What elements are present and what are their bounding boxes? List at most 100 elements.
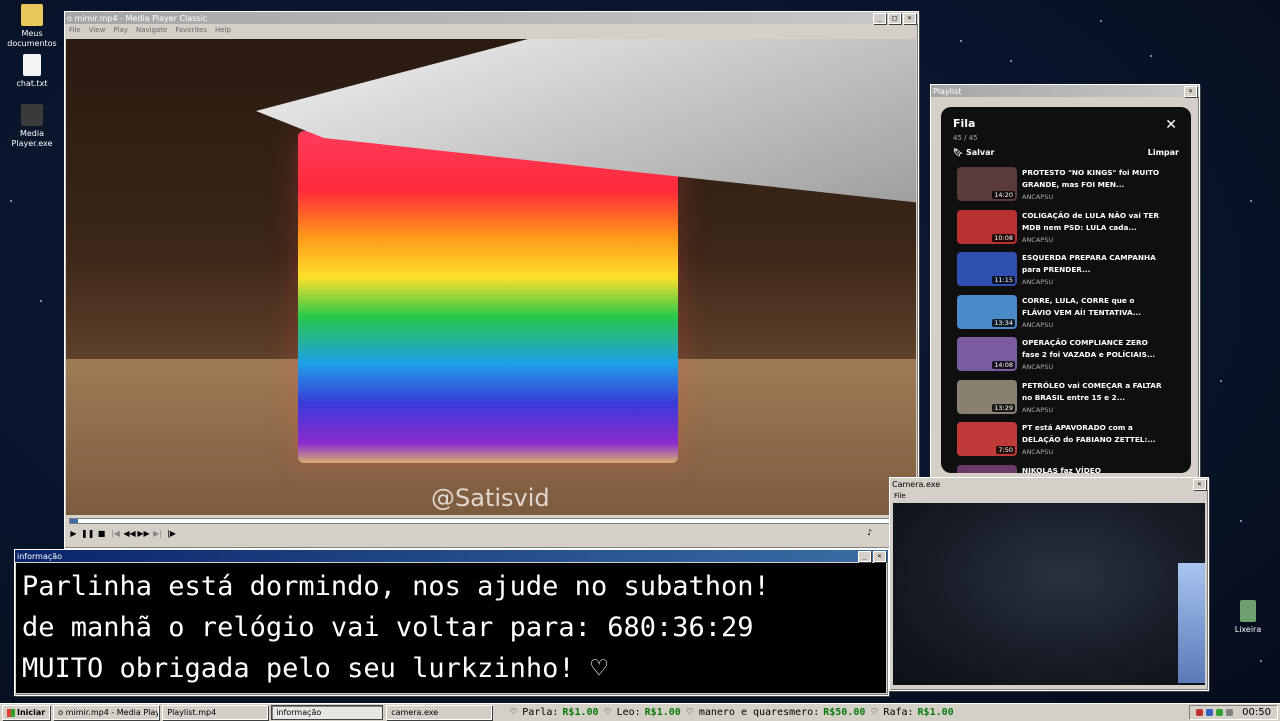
queue-item[interactable]: 13:29 PETRÓLEO vai COMEÇAR a FALTAR no BR… [941,379,1191,423]
pause-icon[interactable]: ❚❚ [81,528,94,540]
star [1220,380,1222,382]
tray-icon [1206,709,1214,716]
menu-file[interactable]: File [894,492,906,500]
queue-item[interactable]: 10:08 COLIGAÇÃO de LULA NÃO vai TER MDB n… [941,209,1191,253]
queue-panel: Fila 45 / 45 ✕ 🔖︎ Salvar Limpar 14:20 PRO… [941,107,1191,473]
recycle-bin-icon [1240,600,1256,622]
donation-amount: R$1.00 [644,707,681,718]
channel-name: ANCAPSU [1022,363,1054,371]
desktop-icon-label: Media Player.exe [11,129,53,148]
channel-name: ANCAPSU [1022,278,1054,286]
close-icon[interactable]: ✕ [1165,117,1177,133]
clear-button[interactable]: Limpar [1148,148,1179,157]
star [1100,20,1102,22]
info-window[interactable]: informação _ × Parlinha está dormindo, n… [14,549,889,696]
video-title: COLIGAÇÃO de LULA NÃO vai TER MDB nem PS… [1022,210,1159,232]
duration-badge: 10:08 [992,233,1015,242]
volume-icon[interactable]: ♪ [863,527,876,539]
duration-badge: 7:50 [996,446,1015,454]
rewind-icon[interactable]: ◀◀ [123,528,136,540]
duration-badge: 13:29 [992,403,1015,412]
video-title: ESQUERDA PREPARA CAMPANHA para PRENDER..… [1022,253,1156,274]
video-thumbnail: 13:34 [957,294,1017,329]
playlist-titlebar[interactable]: Playlist × [931,85,1199,97]
camera-titlebar[interactable]: Camera.exe × [890,478,1208,490]
save-button[interactable]: 🔖︎ Salvar [953,148,994,157]
clock: 00:50 [1242,707,1271,718]
donor-name: Leo: [616,707,641,718]
donation-amount: R$1.00 [917,707,954,718]
channel-name: ANCAPSU [1022,448,1054,456]
play-icon[interactable]: ▶ [67,528,80,540]
windows-logo-icon [7,708,15,717]
start-button[interactable]: Iniciar [2,705,51,720]
skip-forward-icon[interactable]: ▶| [151,528,164,540]
media-player-window[interactable]: o mimir.mp4 - Media Player Classic _ □ ×… [64,11,919,549]
desktop-icon-my-documents[interactable]: Meus documentos [0,4,64,49]
donor-name: manero e quaresmero: [698,707,820,718]
window-title: o mimir.mp4 - Media Player Classic [67,13,208,23]
donation-ticker: ♡ Parla: R$1.00 ♡ Leo: R$1.00 ♡ manero e qua… [504,707,1189,718]
system-tray: 00:50 [1189,705,1278,720]
duration-badge: 11:15 [992,276,1015,284]
menu-favorites[interactable]: Favorites [175,26,207,34]
close-button[interactable]: × [1193,478,1206,490]
donor-name: Rafa: [883,707,914,718]
media-player-icon [21,104,43,126]
menu-file[interactable]: File [69,26,81,34]
star [40,300,42,302]
volume-tray-icon [1226,709,1234,716]
camera-window[interactable]: Camera.exe × File [889,477,1209,691]
stop-icon[interactable]: ■ [95,528,108,540]
heart-icon: ♡ [686,707,693,718]
info-line: Parlinha está dormindo, nos ajude no sub… [22,571,770,602]
video-frame[interactable]: @Satisvid [66,39,916,515]
queue-item[interactable]: 14:20 PROTESTO "NO KINGS" foi MUITO GRAND… [941,167,1191,210]
info-titlebar[interactable]: informação _ × [15,550,888,562]
video-title: PT está APAVORADO com a DELAÇÃO do FABIA… [1022,423,1156,444]
menu-help[interactable]: Help [215,26,231,34]
channel-name: ANCAPSU [1022,193,1054,201]
queue-item[interactable]: NIKOLAS faz VÍDEO [941,464,1191,473]
menu-navigate[interactable]: Navigate [136,26,167,34]
menu-bar: File View Play Navigate Favorites Help [65,24,918,36]
start-label: Iniciar [17,708,46,717]
desktop-icon-recycle-bin[interactable]: Lixeira [1216,600,1280,635]
menu-play[interactable]: Play [113,26,128,34]
menu-view[interactable]: View [89,26,106,34]
desktop-icon-media-player[interactable]: Media Player.exe [0,104,64,149]
close-button[interactable]: × [903,12,916,24]
close-button[interactable]: × [1184,85,1197,97]
camera-feed [893,503,1205,685]
queue-item[interactable]: 7:50 PT está APAVORADO com a DELAÇÃO do F… [941,422,1191,465]
star [10,200,12,202]
video-thumbnail: 11:15 [957,252,1017,286]
info-line: MUITO obrigada pelo seu lurkzinho! ♡ [22,653,608,684]
seek-bar[interactable] [69,518,917,524]
queue-item[interactable]: 13:34 CORRE, LULA, CORRE que o FLÁVIO VEM… [941,294,1191,338]
queue-count: 45 / 45 [953,134,978,142]
close-button[interactable]: × [873,550,886,562]
taskbar-task-camera[interactable]: camera.exe [386,705,493,720]
tray-icon [1216,709,1224,716]
frame-step-icon[interactable]: |▶ [165,528,178,540]
queue-item[interactable]: 11:15 ESQUERDA PREPARA CAMPANHA para PREN… [941,252,1191,295]
heart-icon: ♡ [871,707,878,718]
queue-item[interactable]: 14:08 OPERAÇÃO COMPLIANCE ZERO fase 2 foi… [941,337,1191,380]
taskbar: Iniciar o mimir.mp4 - Media Playe... Pla… [0,703,1280,721]
minimize-button[interactable]: _ [858,550,871,562]
desktop-icon-chat-txt[interactable]: chat.txt [0,54,64,89]
desktop-icon-label: Lixeira [1234,625,1262,634]
taskbar-task-playlist[interactable]: Playlist.mp4 [162,705,269,720]
fast-forward-icon[interactable]: ▶▶ [137,528,150,540]
star [1250,200,1252,202]
media-player-titlebar[interactable]: o mimir.mp4 - Media Player Classic _ □ × [65,12,918,24]
playlist-window[interactable]: Playlist × Fila 45 / 45 ✕ 🔖︎ Salvar Limp… [930,84,1200,482]
donation-amount: R$1.00 [562,707,599,718]
minimize-button[interactable]: _ [873,12,886,24]
taskbar-task-info[interactable]: informação [271,705,384,720]
taskbar-task-player[interactable]: o mimir.mp4 - Media Playe... [53,705,160,720]
maximize-button[interactable]: □ [888,12,901,24]
skip-back-icon[interactable]: |◀ [109,528,122,540]
donation-amount: R$50.00 [823,707,866,718]
